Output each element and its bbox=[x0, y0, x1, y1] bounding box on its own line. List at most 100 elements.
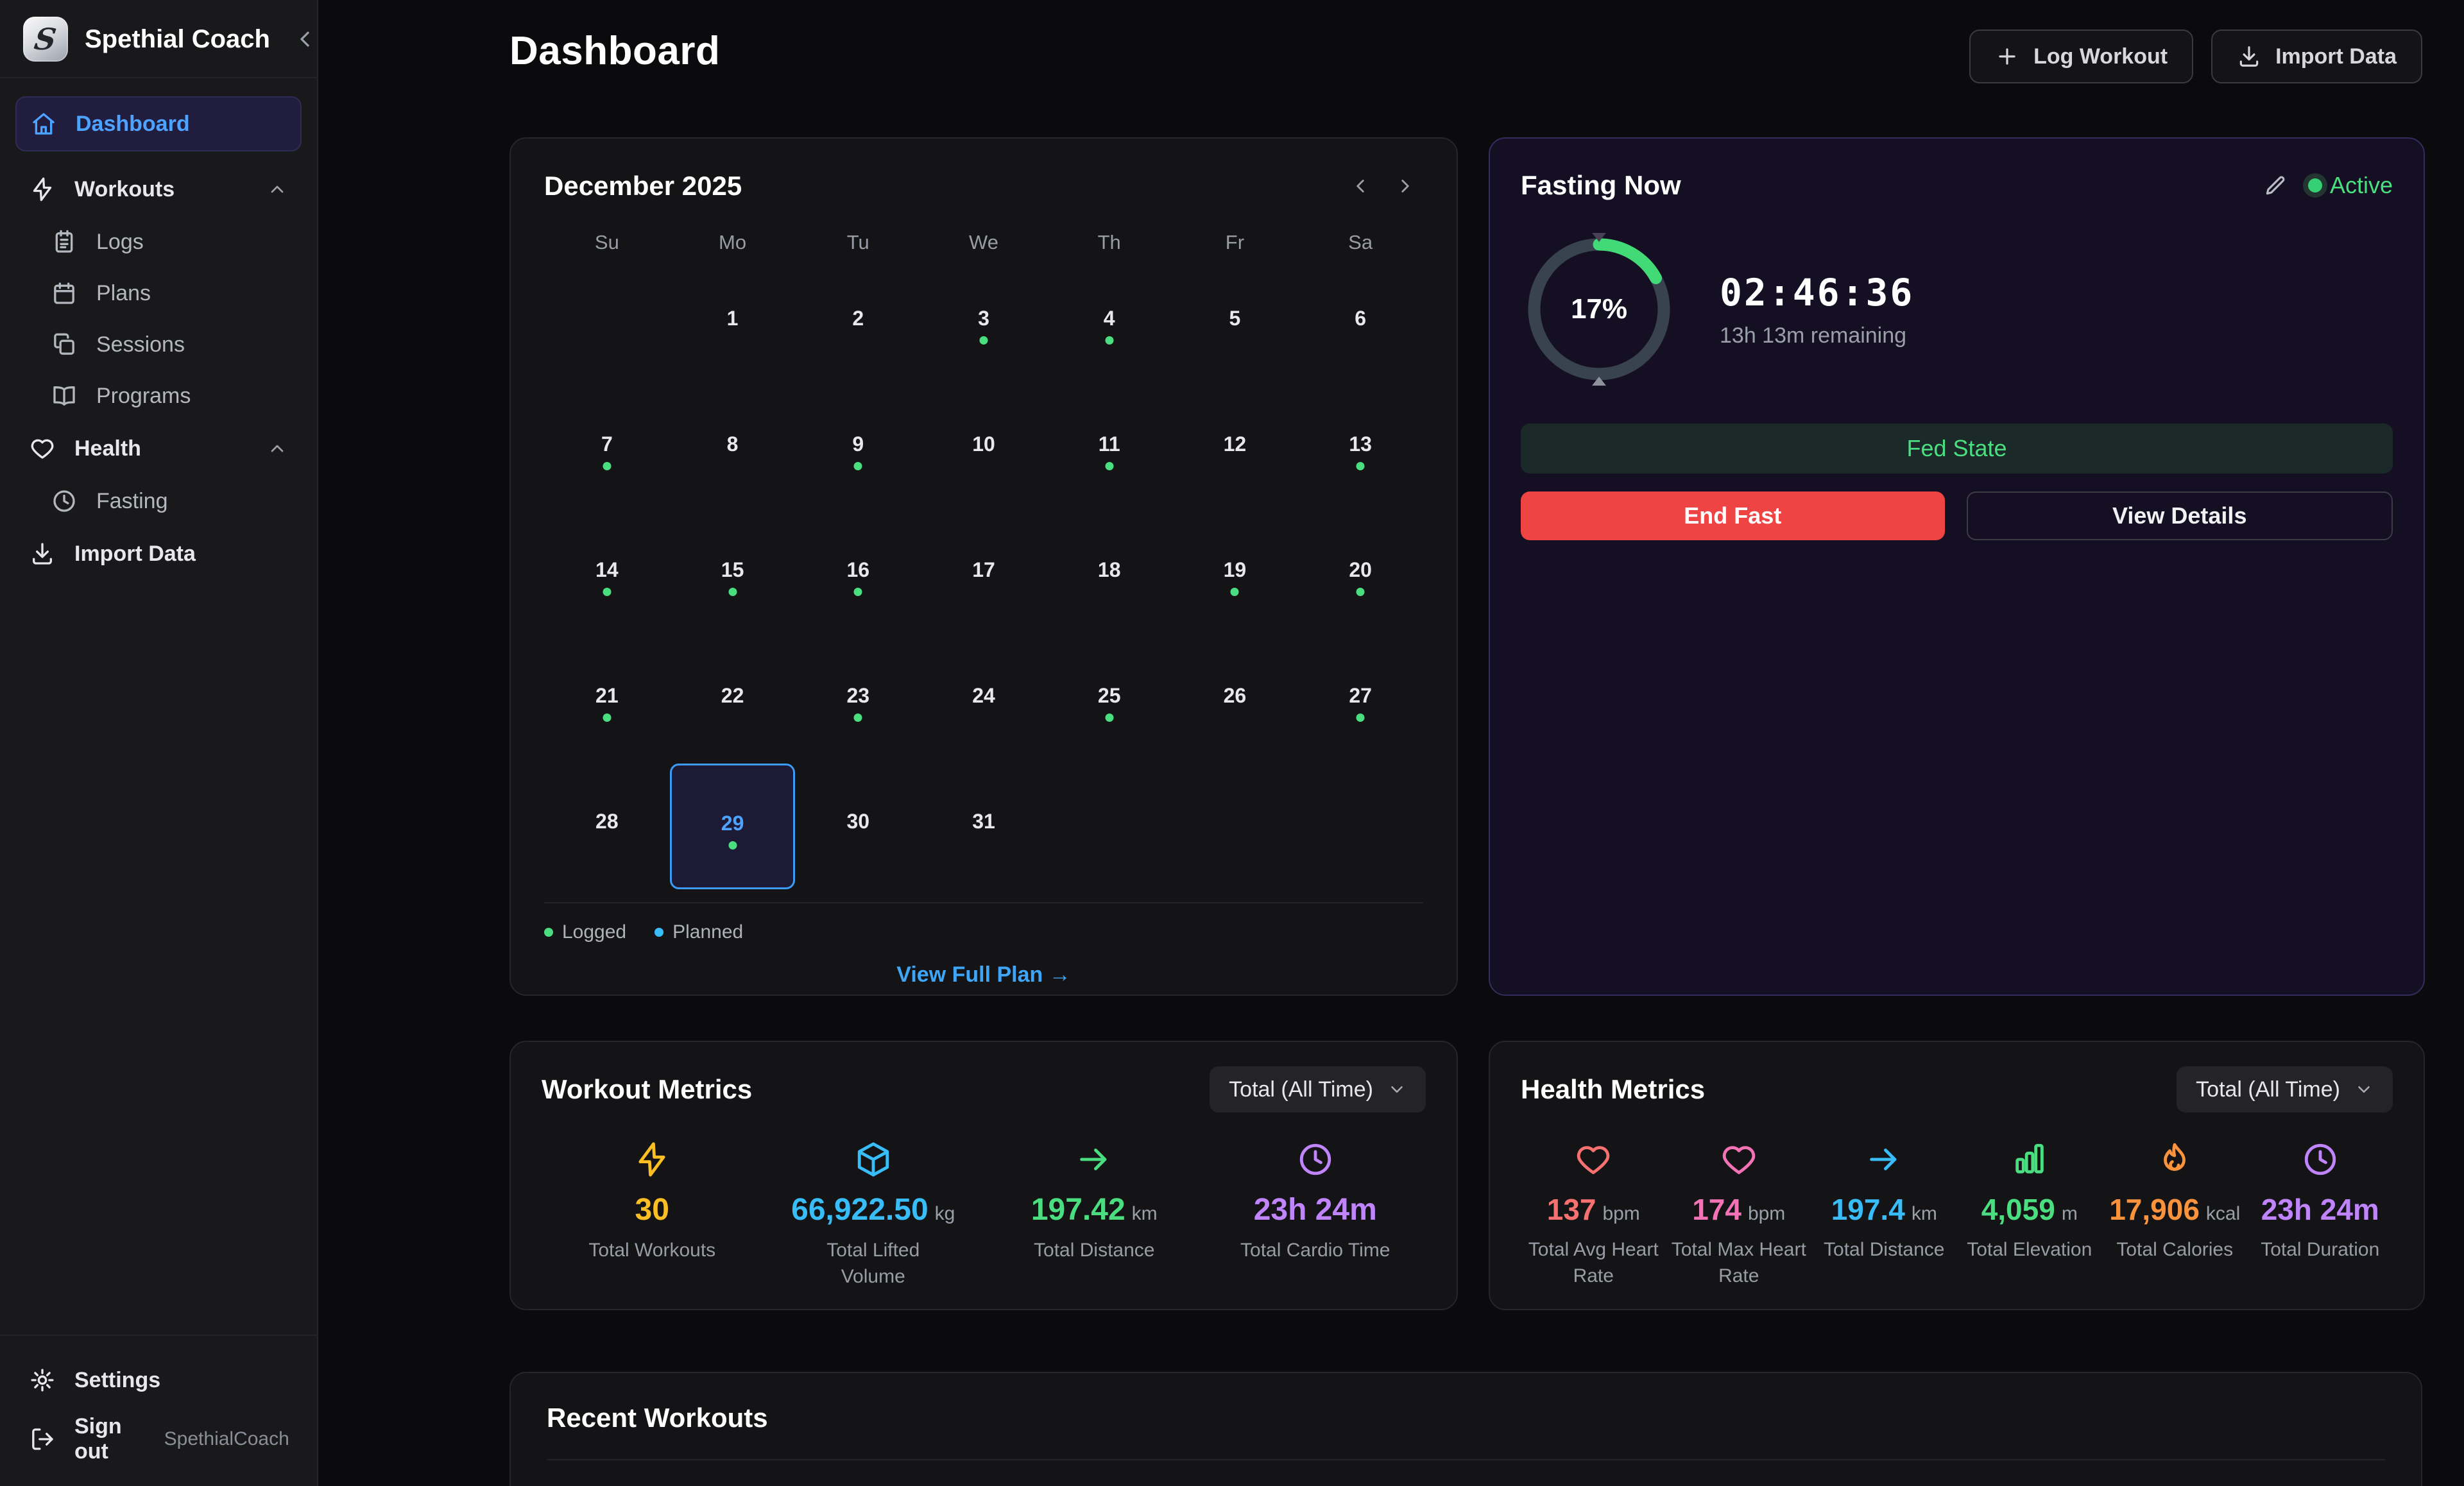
calendar-day-9[interactable]: 9 bbox=[795, 386, 921, 512]
weekday-label: We bbox=[921, 231, 1047, 254]
calendar-day-29[interactable]: 29 bbox=[670, 764, 796, 889]
logged-dot bbox=[854, 713, 862, 722]
calendar-day-13[interactable]: 13 bbox=[1297, 386, 1423, 512]
calendar-day-16[interactable]: 16 bbox=[795, 512, 921, 638]
calendar-day-26[interactable]: 26 bbox=[1172, 638, 1298, 764]
arrow-right-icon bbox=[1865, 1141, 1903, 1178]
metric-total-max-heart-rate: 174bpmTotal Max Heart Rate bbox=[1666, 1141, 1812, 1289]
metric-label: Total Duration bbox=[2261, 1237, 2379, 1263]
status-label: Active bbox=[2330, 172, 2393, 199]
calendar-day-15[interactable]: 15 bbox=[670, 512, 796, 638]
edit-fast-button[interactable] bbox=[2259, 169, 2291, 201]
logged-dot bbox=[603, 462, 611, 470]
calendar-day-30[interactable]: 30 bbox=[795, 764, 921, 889]
calendar-day-23[interactable]: 23 bbox=[795, 638, 921, 764]
sidebar-item-dashboard[interactable]: Dashboard bbox=[15, 96, 302, 151]
calendar-day-14[interactable]: 14 bbox=[544, 512, 670, 638]
gear-icon bbox=[30, 1367, 55, 1393]
calendar-day-4[interactable]: 4 bbox=[1047, 260, 1172, 386]
calendar-day-2[interactable]: 2 bbox=[795, 260, 921, 386]
day-number: 24 bbox=[921, 684, 1047, 708]
calendar-prev-button[interactable] bbox=[1342, 168, 1378, 204]
calendar-day-24[interactable]: 24 bbox=[921, 638, 1047, 764]
calendar-day-27[interactable]: 27 bbox=[1297, 638, 1423, 764]
calendar-day-1[interactable]: 1 bbox=[670, 260, 796, 386]
sidebar-item-label: Dashboard bbox=[76, 112, 190, 137]
end-fast-button[interactable]: End Fast bbox=[1521, 491, 1945, 540]
calendar-day-19[interactable]: 19 bbox=[1172, 512, 1298, 638]
sidebar-item-label: Workouts bbox=[74, 177, 175, 202]
metric-value: 174bpm bbox=[1692, 1192, 1785, 1227]
sidebar-item-fasting[interactable]: Fasting bbox=[37, 477, 302, 525]
sidebar-item-sessions[interactable]: Sessions bbox=[37, 321, 302, 368]
calendar-day-31[interactable]: 31 bbox=[921, 764, 1047, 889]
calendar-card: December 2025 SuMoTuWeThFrSa 12345678910… bbox=[509, 137, 1458, 996]
calendar-day-11[interactable]: 11 bbox=[1047, 386, 1172, 512]
calendar-day-17[interactable]: 17 bbox=[921, 512, 1047, 638]
legend-dot bbox=[654, 928, 663, 937]
day-number: 29 bbox=[672, 812, 794, 835]
day-number: 5 bbox=[1172, 307, 1298, 330]
sidebar-item-workouts[interactable]: Workouts bbox=[15, 164, 302, 214]
metric-total-calories: 17,906kcalTotal Calories bbox=[2102, 1141, 2248, 1289]
calendar-day-12[interactable]: 12 bbox=[1172, 386, 1298, 512]
calendar-next-button[interactable] bbox=[1387, 168, 1423, 204]
page-title: Dashboard bbox=[509, 28, 720, 74]
calendar-day-5[interactable]: 5 bbox=[1172, 260, 1298, 386]
sidebar-collapse-button[interactable] bbox=[287, 21, 323, 57]
weekday-label: Mo bbox=[670, 231, 796, 254]
sidebar-item-logs[interactable]: Logs bbox=[37, 218, 302, 266]
metric-unit: bpm bbox=[1748, 1203, 1785, 1224]
sidebar-item-sign-out[interactable]: Sign outSpethialCoach bbox=[15, 1414, 302, 1464]
calendar-day-8[interactable]: 8 bbox=[670, 386, 796, 512]
health-range-select[interactable]: Total (All Time) bbox=[2177, 1066, 2393, 1113]
sidebar-item-label: Fasting bbox=[96, 489, 168, 514]
download-icon bbox=[30, 541, 55, 567]
account-name: SpethialCoach bbox=[164, 1428, 289, 1450]
sidebar-item-settings[interactable]: Settings bbox=[15, 1355, 302, 1405]
calendar-day-20[interactable]: 20 bbox=[1297, 512, 1423, 638]
calendar-day-21[interactable]: 21 bbox=[544, 638, 670, 764]
workout-metrics-title: Workout Metrics bbox=[542, 1074, 752, 1105]
day-number: 31 bbox=[921, 810, 1047, 833]
recent-workouts-title: Recent Workouts bbox=[547, 1403, 2385, 1433]
calendar-day-18[interactable]: 18 bbox=[1047, 512, 1172, 638]
calendar-day-3[interactable]: 3 bbox=[921, 260, 1047, 386]
app-title: Spethial Coach bbox=[85, 25, 270, 54]
calendar-day-6[interactable]: 6 bbox=[1297, 260, 1423, 386]
calendar-day-empty bbox=[1047, 764, 1172, 889]
calendar-day-22[interactable]: 22 bbox=[670, 638, 796, 764]
metric-label: Total Distance bbox=[1824, 1237, 1944, 1263]
heart-icon bbox=[1575, 1141, 1612, 1178]
sidebar-item-health[interactable]: Health bbox=[15, 423, 302, 474]
logged-dot bbox=[1356, 462, 1365, 470]
sidebar-item-programs[interactable]: Programs bbox=[37, 372, 302, 420]
button-label: Log Workout bbox=[2033, 44, 2168, 69]
metric-value: 66,922.50kg bbox=[791, 1192, 955, 1227]
chevron-up-icon bbox=[267, 179, 287, 200]
calendar-day-7[interactable]: 7 bbox=[544, 386, 670, 512]
metric-value: 23h 24m bbox=[1254, 1192, 1377, 1227]
import-data-button[interactable]: Import Data bbox=[2211, 30, 2422, 83]
calendar-legend: LoggedPlanned bbox=[544, 921, 1423, 943]
workout-range-select[interactable]: Total (All Time) bbox=[1210, 1066, 1426, 1113]
view-details-button[interactable]: View Details bbox=[1967, 491, 2393, 540]
calendar-day-28[interactable]: 28 bbox=[544, 764, 670, 889]
sidebar-item-plans[interactable]: Plans bbox=[37, 269, 302, 317]
day-number: 12 bbox=[1172, 432, 1298, 456]
calendar-day-25[interactable]: 25 bbox=[1047, 638, 1172, 764]
day-number: 30 bbox=[795, 810, 921, 833]
metric-value: 197.4km bbox=[1831, 1192, 1937, 1227]
weekday-label: Fr bbox=[1172, 231, 1298, 254]
chevron-up-icon bbox=[267, 438, 287, 459]
plus-icon bbox=[1995, 44, 2019, 69]
day-number: 26 bbox=[1172, 684, 1298, 708]
chevron-left-icon bbox=[292, 26, 318, 52]
metric-label: Total Calories bbox=[2116, 1237, 2233, 1263]
log-workout-button[interactable]: Log Workout bbox=[1969, 30, 2193, 83]
calendar-weekday-row: SuMoTuWeThFrSa bbox=[544, 231, 1423, 254]
sidebar-item-import-data[interactable]: Import Data bbox=[15, 529, 302, 579]
download-icon bbox=[2237, 44, 2261, 69]
view-full-plan-link[interactable]: View Full Plan → bbox=[544, 962, 1423, 987]
calendar-day-10[interactable]: 10 bbox=[921, 386, 1047, 512]
